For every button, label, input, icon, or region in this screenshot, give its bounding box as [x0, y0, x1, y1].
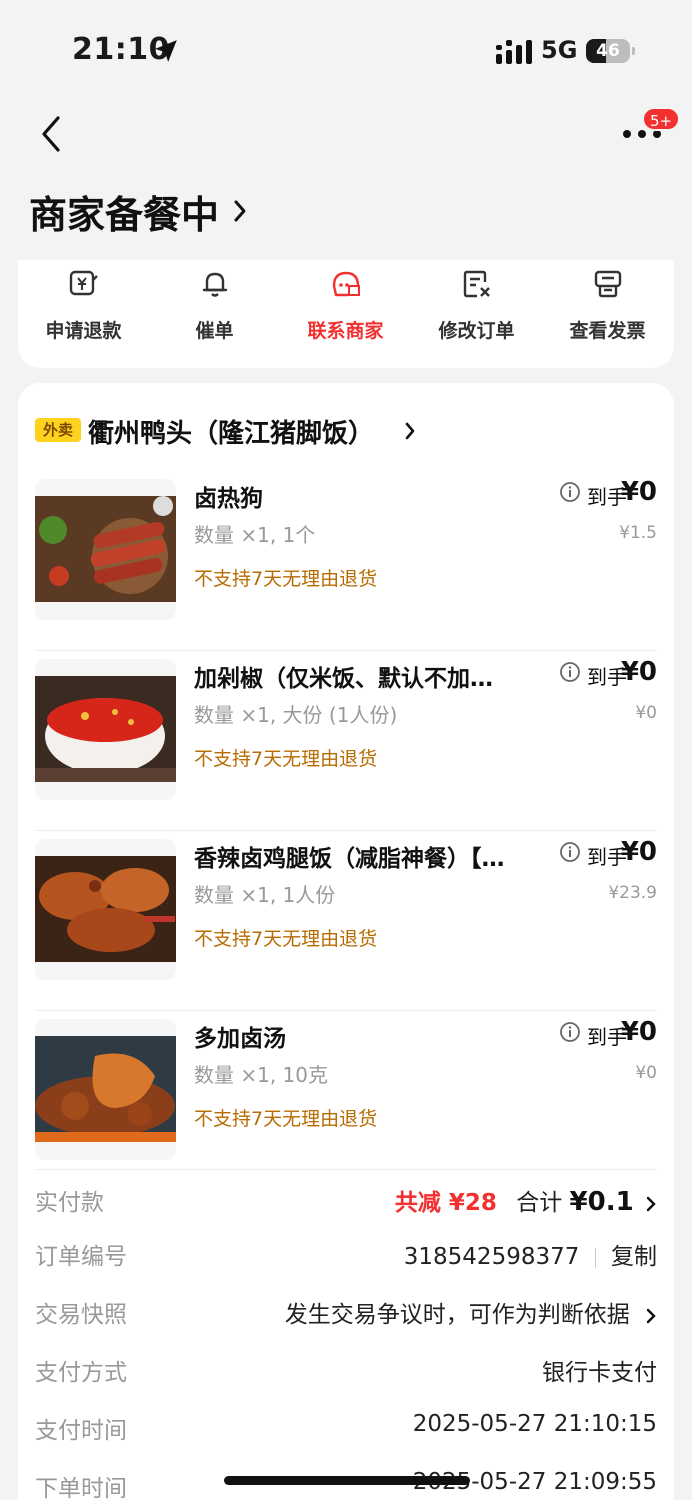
notification-badge: 5+	[642, 107, 681, 131]
action-label: 修改订单	[438, 320, 515, 342]
price-value: ¥0	[620, 477, 657, 507]
paid-amount-row[interactable]: 实付款 共减 ¥28 合计 ¥0.1	[35, 1183, 657, 1223]
payment-method-row: 支付方式 银行卡支付	[35, 1353, 657, 1393]
order-item[interactable]: 加剁椒（仅米饭、默认不加… 数量 ×1, 大份 (1人份) 不支持7天无理由退货…	[18, 651, 674, 831]
original-price: ¥0	[635, 1063, 657, 1083]
chevron-right-icon[interactable]	[404, 421, 416, 441]
chili-photo	[35, 659, 176, 800]
item-spec: 数量 ×1, 1个	[194, 523, 316, 547]
edit-order-icon	[463, 270, 490, 298]
order-number: 318542598377	[403, 1244, 580, 1270]
return-policy: 不支持7天无理由退货	[194, 748, 378, 770]
page-title[interactable]: 商家备餐中	[29, 184, 219, 239]
snapshot-value: 发生交易争议时，可作为判断依据	[285, 1295, 657, 1329]
battery-icon: 46	[586, 39, 630, 63]
total-label: 合计	[516, 1190, 563, 1216]
back-button[interactable]	[32, 112, 72, 156]
refund-icon	[69, 270, 98, 296]
info-icon[interactable]	[559, 1021, 581, 1043]
invoice-action[interactable]: 查看发票	[542, 260, 673, 368]
original-price: ¥0	[635, 703, 657, 723]
signal-icon	[496, 40, 532, 64]
modify-order-action[interactable]: 修改订单	[411, 260, 542, 368]
chevron-right-icon[interactable]	[232, 198, 248, 224]
action-label: 催单	[195, 320, 234, 342]
home-indicator	[224, 1476, 470, 1485]
order-number-value: 318542598377 复制	[404, 1237, 657, 1271]
chevron-right-icon	[646, 1196, 656, 1211]
hotdog-photo	[35, 479, 176, 620]
network-type: 5G	[541, 36, 578, 64]
price-value: ¥0	[620, 1017, 657, 1047]
status-bar: 21:10 5G 46	[0, 0, 692, 100]
row-label: 支付方式	[35, 1360, 127, 1386]
paid-amount: 共减 ¥28 合计 ¥0.1	[395, 1183, 657, 1217]
action-label: 查看发票	[569, 320, 646, 342]
battery-percent: 46	[596, 41, 620, 61]
contact-merchant-action[interactable]: 联系商家	[280, 260, 411, 368]
item-spec: 数量 ×1, 10克	[194, 1063, 329, 1087]
item-name: 加剁椒（仅米饭、默认不加…	[194, 666, 493, 692]
snapshot-text: 发生交易争议时，可作为判断依据	[284, 1302, 630, 1328]
order-detail-card: 外卖 衢州鸭头（隆江猪脚饭） 卤热狗 数量 ×1, 1个 不支持7天无理由退货 …	[18, 383, 674, 1500]
location-arrow-icon	[155, 40, 177, 62]
item-name: 卤热狗	[194, 486, 263, 512]
order-item[interactable]: 卤热狗 数量 ×1, 1个 不支持7天无理由退货 到手 ¥0 ¥1.5	[18, 471, 674, 651]
info-icon[interactable]	[559, 841, 581, 863]
original-price: ¥1.5	[619, 523, 657, 543]
action-label: 联系商家	[307, 320, 384, 342]
payment-method: 银行卡支付	[542, 1360, 657, 1386]
item-spec: 数量 ×1, 大份 (1人份)	[194, 703, 398, 727]
discount-amount: 共减 ¥28	[394, 1190, 497, 1216]
pay-time-row: 支付时间 2025-05-27 21:10:15	[35, 1411, 657, 1451]
item-name: 香辣卤鸡腿饭（减脂神餐）【…	[194, 846, 505, 872]
price-value: ¥0	[620, 837, 657, 867]
return-policy: 不支持7天无理由退货	[194, 1108, 378, 1130]
chat-store-icon	[332, 271, 360, 297]
order-actions-card: 申请退款 催单 联系商家 修改订单 查看发票	[18, 260, 674, 368]
info-icon[interactable]	[559, 481, 581, 503]
order-item[interactable]: 香辣卤鸡腿饭（减脂神餐）【… 数量 ×1, 1人份 不支持7天无理由退货 到手 …	[18, 831, 674, 1011]
row-label: 支付时间	[35, 1418, 127, 1444]
chevron-left-icon	[42, 116, 60, 152]
item-spec: 数量 ×1, 1人份	[194, 883, 336, 907]
order-number-row: 订单编号 318542598377 复制	[35, 1237, 657, 1277]
chicken-leg-photo	[35, 839, 176, 980]
bell-icon	[202, 272, 228, 297]
original-price: ¥23.9	[608, 883, 657, 903]
divider	[35, 1169, 657, 1170]
braised-photo	[35, 1019, 176, 1160]
delivery-tag: 外卖	[35, 418, 81, 442]
return-policy: 不支持7天无理由退货	[194, 568, 378, 590]
total-amount: ¥0.1	[569, 1187, 634, 1217]
separator	[594, 1247, 596, 1268]
battery-tip	[632, 47, 635, 55]
snapshot-row[interactable]: 交易快照 发生交易争议时，可作为判断依据	[35, 1295, 657, 1335]
return-policy: 不支持7天无理由退货	[194, 928, 378, 950]
item-name: 多加卤汤	[194, 1026, 286, 1052]
shop-name[interactable]: 衢州鸭头（隆江猪脚饭）	[88, 413, 374, 450]
invoice-icon	[594, 270, 622, 298]
row-label: 下单时间	[35, 1476, 127, 1500]
action-label: 申请退款	[45, 320, 122, 342]
copy-button[interactable]: 复制	[611, 1244, 657, 1270]
chevron-right-icon	[646, 1308, 656, 1323]
row-label: 实付款	[35, 1190, 104, 1216]
order-item[interactable]: 多加卤汤 数量 ×1, 10克 不支持7天无理由退货 到手 ¥0 ¥0	[18, 1011, 674, 1191]
refund-action[interactable]: 申请退款	[18, 260, 149, 368]
urge-action[interactable]: 催单	[149, 260, 280, 368]
price-value: ¥0	[620, 657, 657, 687]
info-icon[interactable]	[559, 661, 581, 683]
row-label: 订单编号	[35, 1244, 127, 1270]
pay-time: 2025-05-27 21:10:15	[412, 1411, 657, 1437]
row-label: 交易快照	[35, 1302, 127, 1328]
